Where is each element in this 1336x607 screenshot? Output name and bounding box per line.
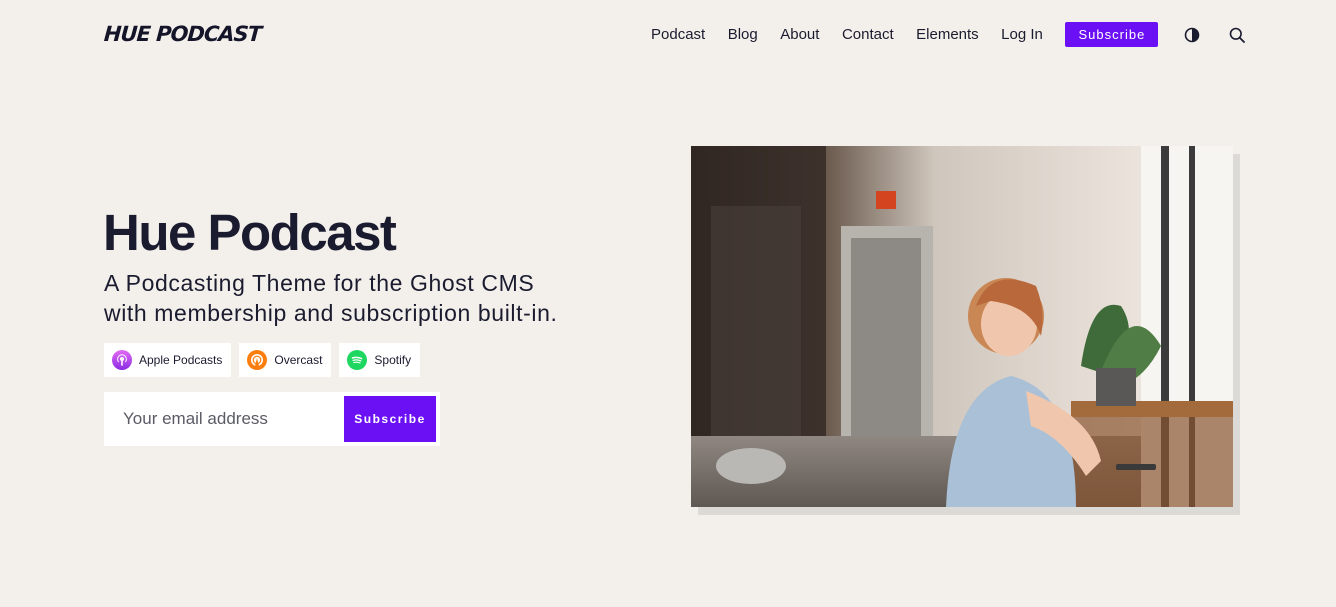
nav-item-elements[interactable]: Elements (916, 22, 979, 47)
nav-item-about[interactable]: About (780, 22, 819, 47)
apple-podcasts-link[interactable]: Apple Podcasts (104, 343, 232, 377)
subscribe-button[interactable]: Subscribe (344, 396, 436, 442)
overcast-label: Overcast (274, 353, 323, 367)
theme-toggle-icon[interactable] (1183, 26, 1201, 44)
main-nav: Podcast Blog About Contact Elements Log … (651, 22, 1246, 47)
nav-item-podcast[interactable]: Podcast (651, 22, 705, 47)
nav-item-login[interactable]: Log In (1001, 22, 1043, 47)
overcast-link[interactable]: Overcast (239, 343, 332, 377)
page: HUE PODCAST Podcast Blog About Contact E… (0, 0, 1336, 607)
email-input[interactable] (104, 409, 344, 429)
nav-item-contact[interactable]: Contact (842, 22, 894, 47)
spotify-icon (347, 350, 368, 370)
search-icon[interactable] (1228, 26, 1246, 44)
hero-title: Hue Podcast (103, 204, 397, 261)
apple-podcasts-label: Apple Podcasts (139, 353, 223, 367)
platform-links: Apple Podcasts Overcast Spotify (104, 343, 428, 377)
subscribe-form: Subscribe (104, 392, 440, 446)
overcast-icon (247, 350, 268, 370)
site-logo[interactable]: HUE PODCAST (103, 22, 262, 46)
hero-image (691, 146, 1233, 507)
nav-item-blog[interactable]: Blog (728, 22, 758, 47)
spotify-label: Spotify (374, 353, 412, 367)
spotify-link[interactable]: Spotify (339, 343, 421, 377)
nav-subscribe-button[interactable]: Subscribe (1065, 22, 1159, 47)
apple-podcasts-icon (112, 350, 132, 370)
hero-subtitle: A Podcasting Theme for the Ghost CMS wit… (104, 270, 558, 326)
